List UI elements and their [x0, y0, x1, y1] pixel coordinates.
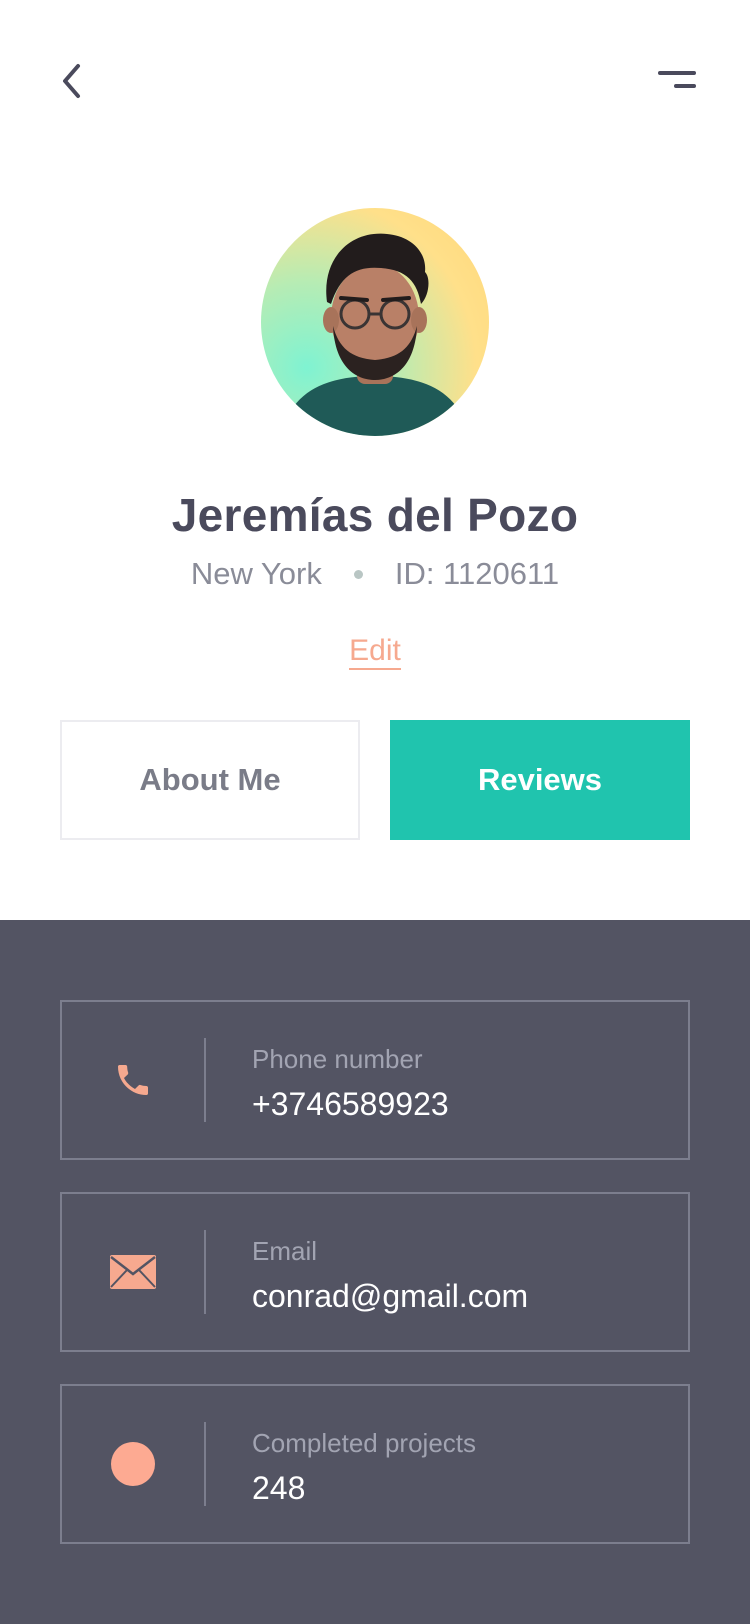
card-divider [204, 1422, 206, 1506]
person-photo [281, 233, 469, 436]
back-button[interactable] [52, 56, 92, 106]
chevron-left-icon [63, 64, 80, 98]
phone-label: Phone number [252, 1044, 423, 1074]
projects-label: Completed projects [252, 1428, 476, 1458]
profile-name: Jeremías del Pozo [171, 489, 579, 541]
card-divider [204, 1230, 206, 1314]
contact-info-panel: Phone number +3746589923 Email conrad@gm… [0, 920, 750, 1624]
email-label: Email [252, 1236, 318, 1266]
card-divider [204, 1038, 206, 1122]
tab-reviews[interactable]: Reviews [390, 720, 690, 840]
profile-location: New York [190, 556, 322, 591]
phone-card[interactable]: Phone number +3746589923 [60, 1000, 690, 1160]
profile-meta: New York ID: 1120611 [0, 556, 750, 592]
tab-about-me[interactable]: About Me [60, 720, 360, 840]
projects-value: 248 [252, 1470, 306, 1506]
menu-button[interactable] [646, 60, 696, 100]
phone-icon [118, 1065, 148, 1095]
email-value: conrad@gmail.com [252, 1278, 529, 1314]
avatar [261, 208, 489, 436]
profile-header-section: Jeremías del Pozo New York ID: 1120611 E… [0, 0, 750, 920]
mail-icon [110, 1255, 156, 1289]
edit-link[interactable]: Edit [349, 634, 401, 670]
edit-row: Edit [0, 634, 750, 670]
email-card[interactable]: Email conrad@gmail.com [60, 1192, 690, 1352]
circle-icon [111, 1442, 155, 1486]
projects-card[interactable]: Completed projects 248 [60, 1384, 690, 1544]
profile-id: ID: 1120611 [394, 556, 560, 591]
menu-icon [658, 71, 696, 88]
phone-value: +3746589923 [252, 1086, 449, 1122]
separator-dot [353, 569, 363, 579]
